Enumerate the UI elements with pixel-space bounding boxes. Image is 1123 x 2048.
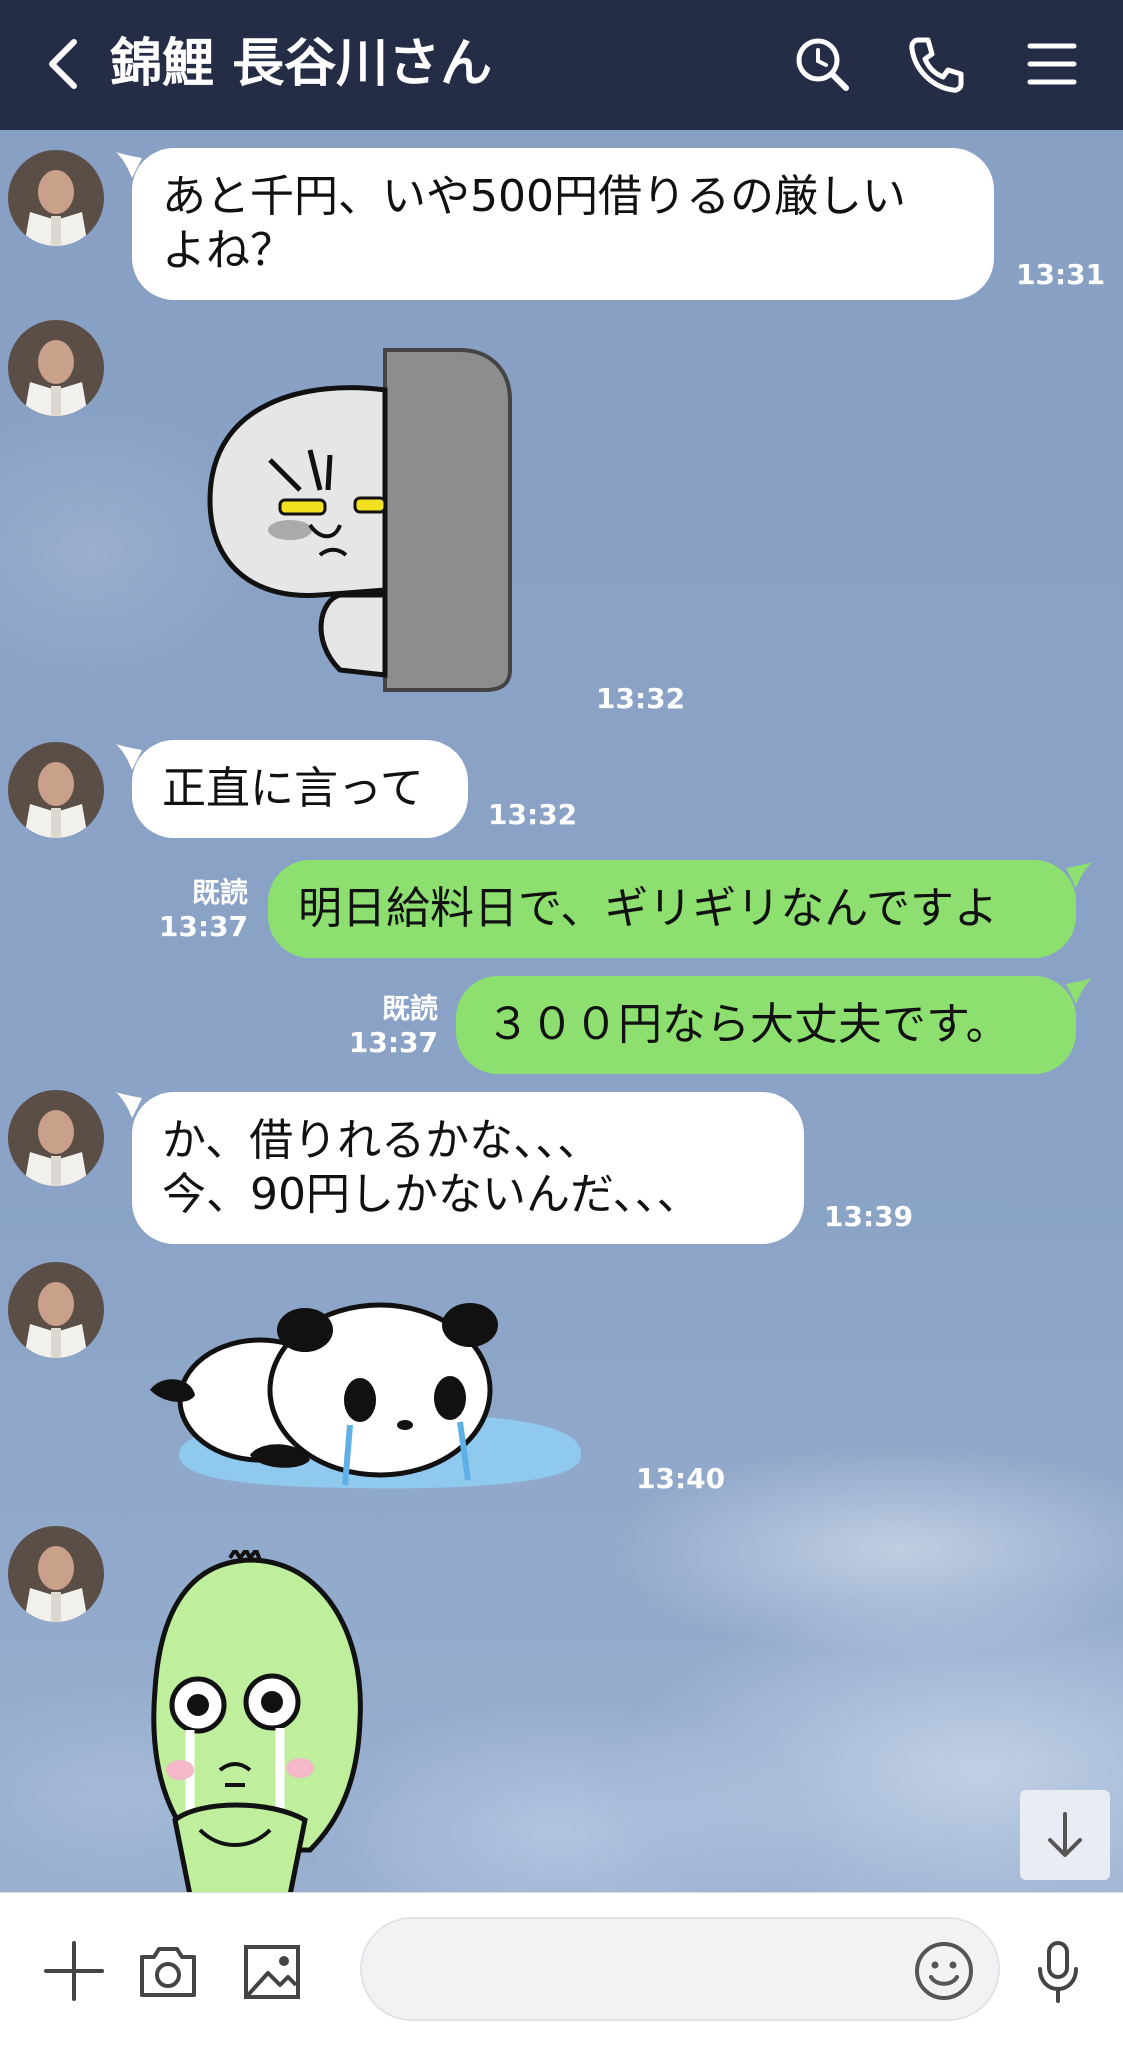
arrow-down-icon — [1048, 1812, 1082, 1857]
message-bubble[interactable]: あと千円、いや500円借りるの厳しい よね？ — [132, 148, 994, 300]
message-line: 今、90円しかないんだ、、、 — [162, 1169, 701, 1220]
message-time: 13:40 — [636, 1462, 726, 1495]
message-time: 13:31 — [1016, 258, 1106, 291]
avatar[interactable] — [8, 320, 104, 416]
message-line: か、借りれるかな、、、 — [162, 1115, 602, 1166]
message-time: 13:32 — [488, 798, 578, 831]
read-receipt: 既読 13:37 — [138, 876, 248, 944]
read-label: 既読 — [191, 876, 248, 909]
message-input-bar — [0, 1892, 1123, 2048]
crying-green-character-sticker[interactable] — [140, 1550, 380, 1892]
search-button[interactable] — [782, 24, 862, 104]
back-button[interactable] — [26, 24, 106, 104]
call-button[interactable] — [896, 24, 976, 104]
read-receipt: 既読 13:37 — [328, 992, 438, 1060]
message-bubble[interactable]: 正直に言って — [132, 740, 468, 838]
message-line: よね？ — [162, 225, 294, 276]
avatar[interactable] — [8, 1526, 104, 1622]
message-line: ３００円なら大丈夫です。 — [486, 999, 1010, 1050]
voice-button[interactable] — [1018, 1931, 1098, 2011]
message-time: 13:37 — [158, 910, 248, 943]
avatar[interactable] — [8, 742, 104, 838]
message-bubble[interactable]: ３００円なら大丈夫です。 — [456, 976, 1076, 1074]
message-bubble[interactable]: 明日給料日で、ギリギリなんですよ — [268, 860, 1076, 958]
emoji-button[interactable] — [910, 1937, 978, 2005]
message-time: 13:39 — [824, 1200, 914, 1233]
message-bubble[interactable]: か、借りれるかな、、、 今、90円しかないんだ、、、 — [132, 1092, 804, 1244]
image-button[interactable] — [232, 1931, 312, 2011]
chevron-left-icon — [49, 39, 77, 89]
camera-button[interactable] — [128, 1931, 208, 2011]
message-time: 13:32 — [596, 682, 686, 715]
message-line: あと千円、いや500円借りるの厳しい — [162, 171, 906, 222]
chat-header: 錦鯉 長谷川さん — [0, 0, 1123, 130]
phone-icon — [909, 37, 964, 93]
image-icon — [244, 1945, 300, 1999]
read-label: 既読 — [381, 992, 438, 1025]
menu-button[interactable] — [1012, 24, 1092, 104]
camera-icon — [140, 1947, 196, 1997]
crying-panda-sticker[interactable] — [150, 1280, 590, 1500]
microphone-icon — [1038, 1941, 1078, 2003]
scroll-to-bottom-button[interactable] — [1020, 1790, 1110, 1880]
chat-title: 錦鯉 長谷川さん — [110, 34, 493, 94]
plus-icon — [44, 1941, 104, 2001]
add-button[interactable] — [34, 1931, 114, 2011]
bubble-tail — [1066, 978, 1092, 1004]
message-input[interactable] — [360, 1917, 1000, 2021]
chat-area[interactable]: あと千円、いや500円借りるの厳しい よね？ 13:31 13:32 正直に言っ… — [0, 130, 1123, 1892]
avatar[interactable] — [8, 150, 104, 246]
message-line: 正直に言って — [162, 763, 424, 814]
bubble-tail — [1066, 862, 1092, 888]
peeking-face-sticker[interactable] — [160, 340, 560, 700]
search-icon — [796, 38, 849, 91]
hamburger-menu-icon — [1027, 43, 1077, 85]
message-time: 13:37 — [348, 1026, 438, 1059]
avatar[interactable] — [8, 1090, 104, 1186]
avatar[interactable] — [8, 1262, 104, 1358]
message-line: 明日給料日で、ギリギリなんですよ — [298, 883, 999, 934]
smiley-icon — [915, 1942, 973, 2000]
